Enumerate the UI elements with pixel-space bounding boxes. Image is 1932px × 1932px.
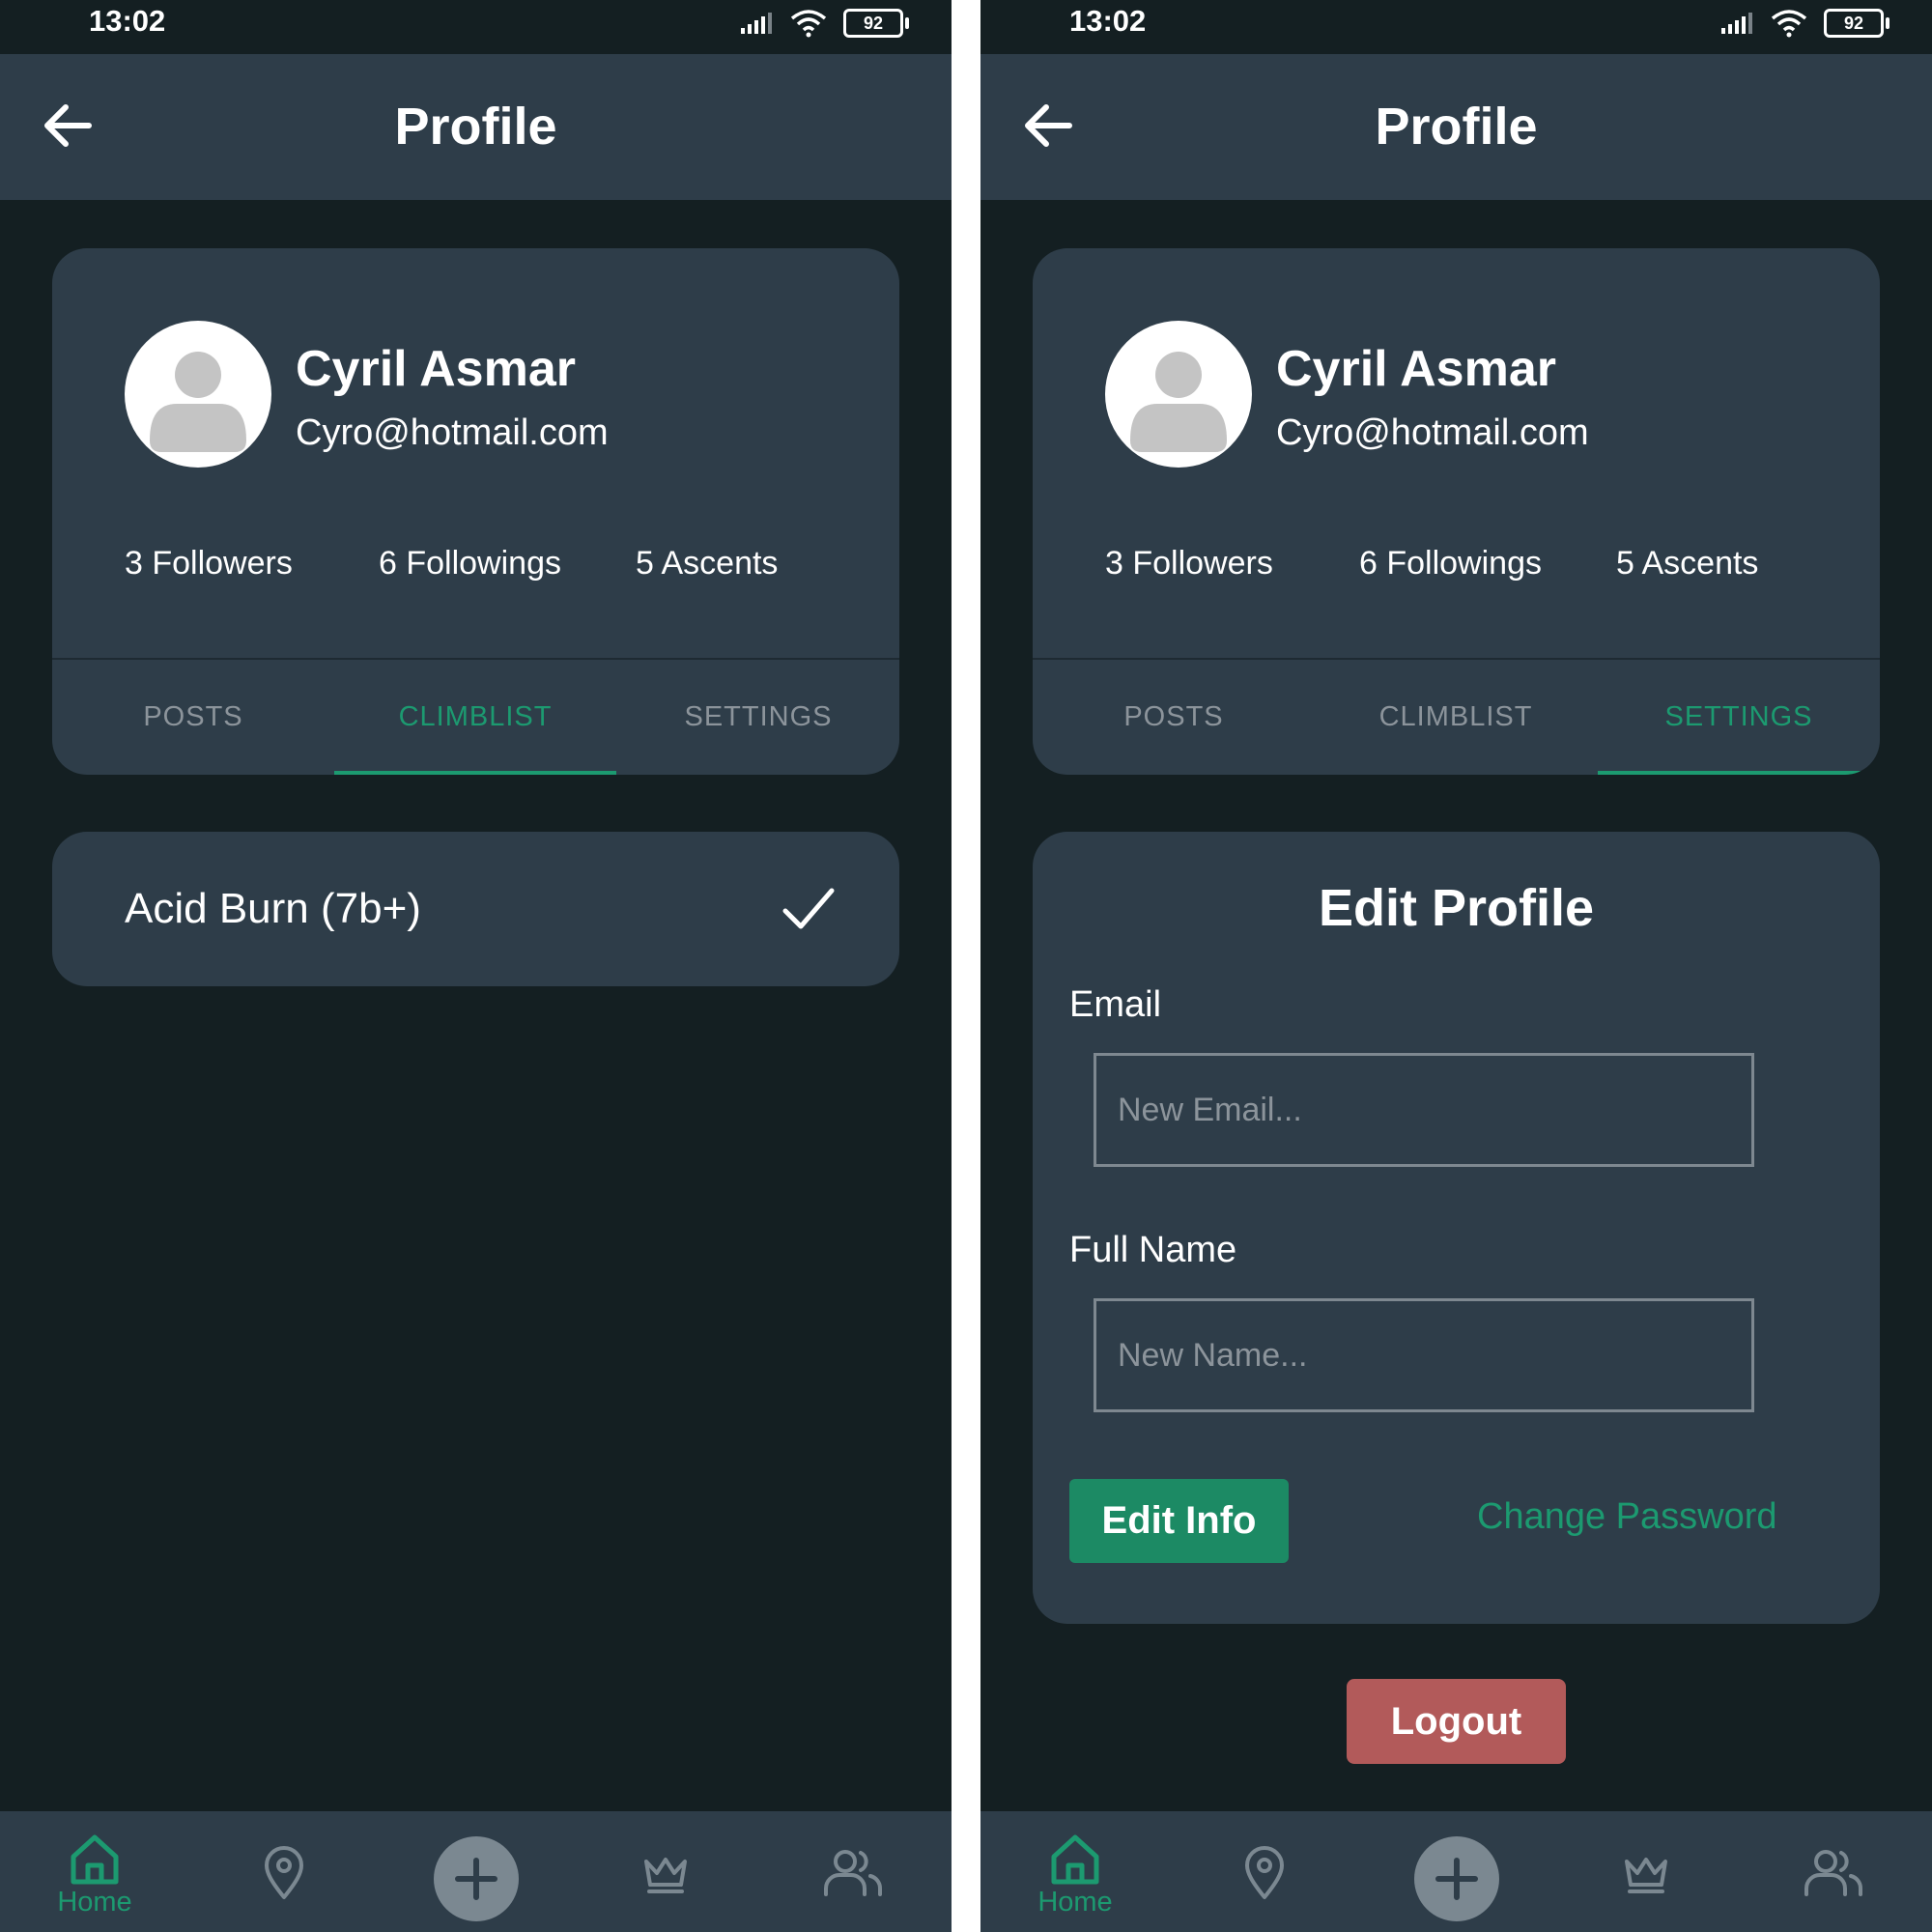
- status-bar: 13:02 92: [0, 0, 952, 54]
- battery-level: 92: [1843, 14, 1864, 33]
- nav-community[interactable]: [821, 1811, 885, 1932]
- tab-climblist[interactable]: CLIMBLIST: [1315, 660, 1597, 775]
- nav-home[interactable]: Home: [50, 1811, 139, 1932]
- email-field[interactable]: [1094, 1053, 1754, 1167]
- followings-count[interactable]: 6 Followings: [1359, 545, 1542, 582]
- users-icon: [824, 1850, 882, 1896]
- user-placeholder-icon: [150, 352, 246, 452]
- status-icons: 92: [1719, 6, 1889, 41]
- tab-posts[interactable]: POSTS: [52, 660, 334, 775]
- ascents-count[interactable]: 5 Ascents: [636, 545, 778, 582]
- email-label: Email: [1069, 984, 1162, 1025]
- wifi-icon: [790, 10, 827, 38]
- user-email: Cyro@hotmail.com: [296, 412, 609, 453]
- followers-count[interactable]: 3 Followers: [125, 545, 293, 582]
- page-title: Profile: [1375, 98, 1538, 156]
- app-bar: Profile: [980, 54, 1932, 200]
- add-button-circle: [1414, 1836, 1499, 1921]
- nav-leaderboard[interactable]: [641, 1811, 690, 1932]
- app-bar: Profile: [0, 54, 952, 200]
- profile-card: Cyril Asmar Cyro@hotmail.com 3 Followers…: [1033, 248, 1880, 775]
- climb-name: Acid Burn (7b+): [125, 885, 421, 932]
- change-password-link[interactable]: Change Password: [1477, 1496, 1777, 1538]
- user-email: Cyro@hotmail.com: [1276, 412, 1589, 453]
- plus-icon: [455, 1858, 497, 1900]
- avatar: [1105, 321, 1252, 468]
- nav-home-label: Home: [57, 1887, 132, 1918]
- nav-leaderboard[interactable]: [1622, 1811, 1670, 1932]
- plus-icon: [1435, 1858, 1478, 1900]
- tab-posts[interactable]: POSTS: [1033, 660, 1315, 775]
- active-tab-indicator: [1598, 771, 1880, 775]
- signal-icon: [741, 13, 772, 34]
- phone-screen-climblist: 13:02 92 Profile Cyril Asmar Cyro@hotmai…: [0, 0, 952, 1932]
- battery-icon: 92: [843, 9, 909, 38]
- user-placeholder-icon: [1130, 352, 1227, 452]
- wifi-icon: [1771, 10, 1807, 38]
- phone-screen-settings: 13:02 92 Profile Cyril Asmar Cyro@hotmai…: [980, 0, 1932, 1932]
- edit-profile-title: Edit Profile: [1318, 879, 1595, 937]
- status-bar: 13:02 92: [980, 0, 1932, 54]
- crown-icon: [1625, 1858, 1667, 1893]
- tab-settings[interactable]: SETTINGS: [1598, 660, 1880, 775]
- user-name: Cyril Asmar: [296, 341, 576, 397]
- battery-icon: 92: [1824, 9, 1889, 38]
- battery-level: 92: [863, 14, 884, 33]
- ascents-count[interactable]: 5 Ascents: [1616, 545, 1758, 582]
- followers-count[interactable]: 3 Followers: [1105, 545, 1273, 582]
- check-icon: [782, 888, 835, 929]
- home-icon: [71, 1834, 119, 1885]
- add-button-circle: [434, 1836, 519, 1921]
- nav-home-label: Home: [1037, 1887, 1113, 1918]
- status-icons: 92: [739, 6, 909, 41]
- user-name: Cyril Asmar: [1276, 341, 1556, 397]
- nav-map[interactable]: [1234, 1811, 1295, 1932]
- bottom-nav: Home: [0, 1811, 952, 1932]
- tab-settings[interactable]: SETTINGS: [617, 660, 899, 775]
- nav-home[interactable]: Home: [1031, 1811, 1120, 1932]
- logout-button[interactable]: Logout: [1347, 1679, 1566, 1764]
- full-name-field[interactable]: [1094, 1298, 1754, 1412]
- followings-count[interactable]: 6 Followings: [379, 545, 561, 582]
- map-pin-icon: [265, 1846, 303, 1899]
- tab-climblist[interactable]: CLIMBLIST: [334, 660, 616, 775]
- status-time: 13:02: [1069, 4, 1147, 38]
- active-tab-indicator: [334, 771, 616, 775]
- nav-map[interactable]: [253, 1811, 315, 1932]
- edit-profile-card: Edit Profile Email Full Name Edit Info C…: [1033, 832, 1880, 1624]
- page-title: Profile: [394, 98, 557, 156]
- signal-icon: [1721, 13, 1752, 34]
- nav-add[interactable]: [433, 1811, 520, 1932]
- edit-info-button[interactable]: Edit Info: [1069, 1479, 1289, 1563]
- crown-icon: [644, 1858, 687, 1893]
- profile-card: Cyril Asmar Cyro@hotmail.com 3 Followers…: [52, 248, 899, 775]
- nav-add[interactable]: [1413, 1811, 1500, 1932]
- avatar: [125, 321, 271, 468]
- status-time: 13:02: [89, 4, 166, 38]
- map-pin-icon: [1245, 1846, 1284, 1899]
- bottom-nav: Home: [980, 1811, 1932, 1932]
- nav-community[interactable]: [1802, 1811, 1865, 1932]
- full-name-label: Full Name: [1069, 1230, 1237, 1270]
- climblist-item[interactable]: Acid Burn (7b+): [52, 832, 899, 986]
- users-icon: [1804, 1850, 1862, 1896]
- home-icon: [1051, 1834, 1099, 1885]
